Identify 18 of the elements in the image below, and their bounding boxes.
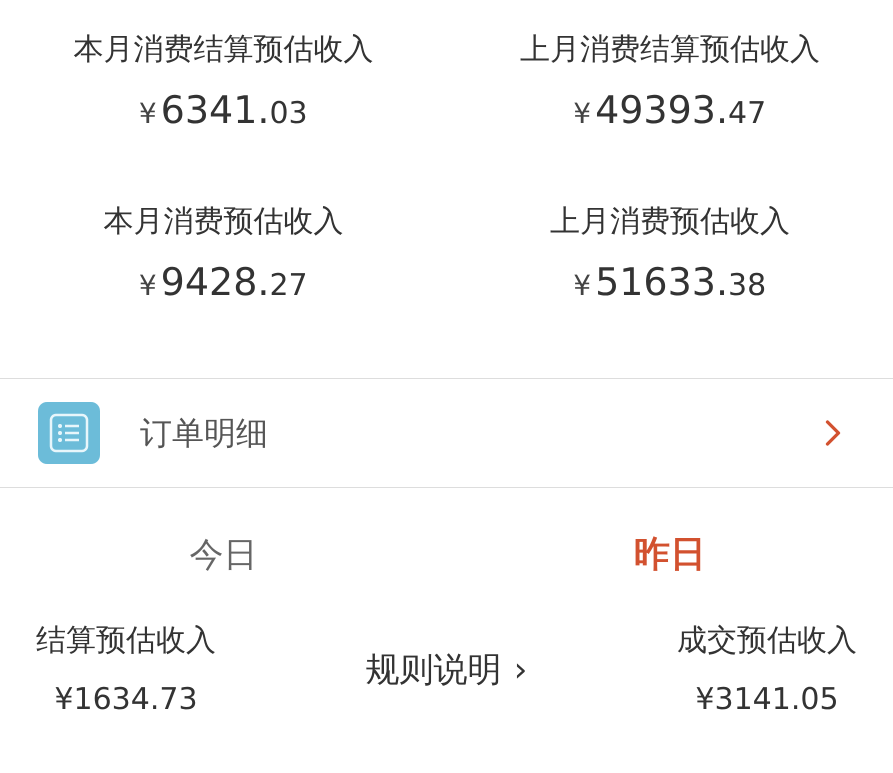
- income-label: 成交预估收入: [676, 622, 857, 660]
- day-tab[interactable]: 昨日: [634, 528, 706, 582]
- order-detail-label: 订单明细: [140, 413, 269, 454]
- stat-label: 本月消费预估收入: [103, 203, 344, 241]
- stat-label: 上月消费结算预估收入: [520, 31, 820, 69]
- stat-amount: ¥49393.47: [573, 88, 766, 134]
- list-icon: [38, 402, 100, 464]
- stat-amount: ¥51633.38: [573, 260, 766, 306]
- stat-label: 上月消费预估收入: [550, 203, 790, 241]
- stat-amount: ¥6341.03: [138, 88, 308, 134]
- rules-link[interactable]: 规则说明 ›: [366, 644, 528, 696]
- order-detail-row[interactable]: 订单明细: [0, 378, 893, 488]
- income-label: 结算预估收入: [36, 622, 216, 660]
- income-amount: ¥1634.73: [54, 681, 198, 719]
- day-tab[interactable]: 今日: [189, 528, 258, 582]
- stat-label: 本月消费结算预估收入: [73, 31, 374, 69]
- stat-amount: ¥9428.27: [138, 260, 308, 306]
- income-amount: ¥3141.05: [695, 681, 839, 719]
